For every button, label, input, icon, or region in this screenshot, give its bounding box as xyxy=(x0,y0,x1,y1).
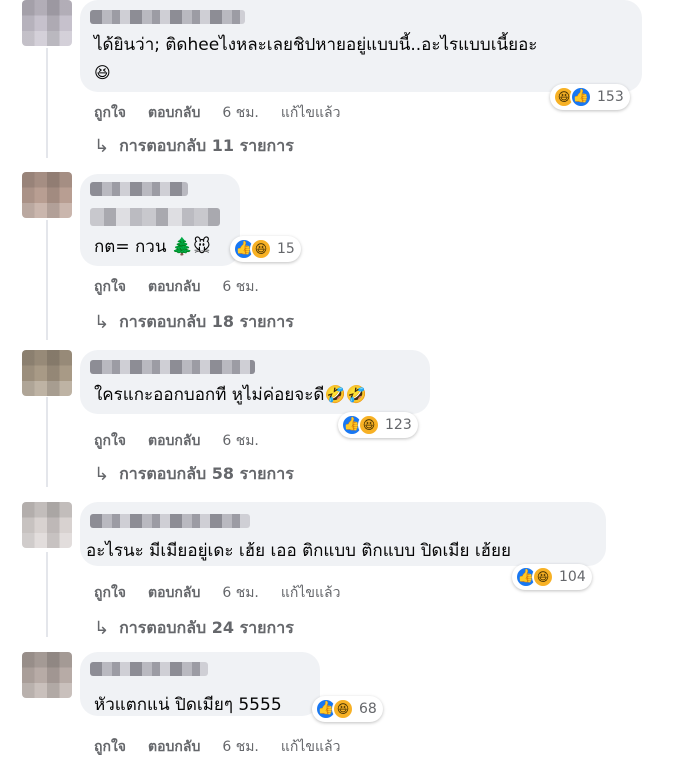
edited-label: แก้ไขแล้ว xyxy=(280,105,341,121)
haha-icon: 😆 xyxy=(532,566,554,588)
reply-arrow-icon: ↳ xyxy=(94,136,110,157)
author-name-blurred[interactable] xyxy=(90,10,245,24)
thread-line xyxy=(46,397,48,487)
comment-bubble: ได้ยินว่า; ติดheeไงหละเลยชิปหายอยู่แบบนี… xyxy=(80,0,642,92)
haha-icon: 😆 xyxy=(358,414,380,436)
replies-label: การตอบกลับ 18 รายการ xyxy=(119,312,294,331)
reaction-summary[interactable]: 😆 👍 153 xyxy=(550,84,630,110)
timestamp[interactable]: 6 ชม. xyxy=(222,582,259,604)
timestamp[interactable]: 6 ชม. xyxy=(222,102,259,124)
avatar[interactable] xyxy=(22,502,72,548)
reaction-count: 15 xyxy=(277,241,295,257)
comment-text: กต= กวน 🌲🐭 xyxy=(94,237,211,257)
reply-link[interactable]: ตอบกลับ xyxy=(148,102,200,124)
replies-label: การตอบกลับ 24 รายการ xyxy=(119,618,294,637)
reaction-count: 68 xyxy=(359,701,377,717)
reaction-summary[interactable]: 👍 😆 68 xyxy=(312,696,383,722)
like-link[interactable]: ถูกใจ xyxy=(94,736,126,758)
avatar[interactable] xyxy=(22,652,72,698)
reaction-count: 104 xyxy=(559,569,586,585)
author-name-blurred-2[interactable] xyxy=(90,208,220,226)
reply-arrow-icon: ↳ xyxy=(94,618,110,639)
haha-icon: 😆 xyxy=(250,238,272,260)
author-name-blurred[interactable] xyxy=(90,182,188,196)
author-name-blurred[interactable] xyxy=(90,360,255,374)
view-replies-link[interactable]: ↳ การตอบกลับ 24 รายการ xyxy=(94,616,294,641)
thread-line xyxy=(46,552,48,637)
comment-actions: ถูกใจ ตอบกลับ 6 ชม. แก้ไขแล้ว xyxy=(94,736,340,758)
thread-line xyxy=(46,220,48,340)
reply-link[interactable]: ตอบกลับ xyxy=(148,736,200,758)
author-name-blurred[interactable] xyxy=(90,514,250,528)
comment-text: หัวแตกแน่ ปิดเมียๆ 5555 xyxy=(94,695,282,715)
comment-text-emoji: 😆 xyxy=(94,63,111,82)
like-link[interactable]: ถูกใจ xyxy=(94,276,126,298)
like-icon: 👍 xyxy=(570,86,592,108)
comment-actions: ถูกใจ ตอบกลับ 6 ชม. xyxy=(94,430,259,452)
edited-label: แก้ไขแล้ว xyxy=(280,739,341,755)
reaction-summary[interactable]: 👍 😆 15 xyxy=(230,236,301,262)
reply-link[interactable]: ตอบกลับ xyxy=(148,430,200,452)
reaction-summary[interactable]: 👍 😆 123 xyxy=(338,412,418,438)
comment-text: ได้ยินว่า; ติดheeไงหละเลยชิปหายอยู่แบบนี… xyxy=(94,35,538,55)
comment-bubble: กต= กวน 🌲🐭 xyxy=(80,174,240,266)
timestamp[interactable]: 6 ชม. xyxy=(222,736,259,758)
comment-bubble: ใครแกะออกบอกที หูไม่ค่อยจะดี🤣🤣 xyxy=(80,350,430,414)
reaction-count: 153 xyxy=(597,89,624,105)
reply-link[interactable]: ตอบกลับ xyxy=(148,276,200,298)
comment-text: อะไรนะ มีเมียอยู่เดะ เฮ้ย เออ ติกแบบ ติก… xyxy=(86,541,511,561)
like-link[interactable]: ถูกใจ xyxy=(94,430,126,452)
like-link[interactable]: ถูกใจ xyxy=(94,582,126,604)
replies-label: การตอบกลับ 58 รายการ xyxy=(119,464,294,483)
comment-actions: ถูกใจ ตอบกลับ 6 ชม. xyxy=(94,276,259,298)
view-replies-link[interactable]: ↳ การตอบกลับ 18 รายการ xyxy=(94,310,294,335)
reply-arrow-icon: ↳ xyxy=(94,312,110,333)
view-replies-link[interactable]: ↳ การตอบกลับ 11 รายการ xyxy=(94,134,294,159)
comment-actions: ถูกใจ ตอบกลับ 6 ชม. แก้ไขแล้ว xyxy=(94,102,340,124)
timestamp[interactable]: 6 ชม. xyxy=(222,430,259,452)
avatar[interactable] xyxy=(22,350,72,396)
view-replies-link[interactable]: ↳ การตอบกลับ 58 รายการ xyxy=(94,462,294,487)
thread-line xyxy=(46,48,48,158)
avatar[interactable] xyxy=(22,0,72,46)
reply-link[interactable]: ตอบกลับ xyxy=(148,582,200,604)
comment-bubble: อะไรนะ มีเมียอยู่เดะ เฮ้ย เออ ติกแบบ ติก… xyxy=(80,502,606,566)
reaction-summary[interactable]: 👍 😆 104 xyxy=(512,564,592,590)
haha-icon: 😆 xyxy=(332,698,354,720)
reaction-count: 123 xyxy=(385,417,412,433)
avatar[interactable] xyxy=(22,172,72,218)
edited-label: แก้ไขแล้ว xyxy=(280,585,341,601)
like-link[interactable]: ถูกใจ xyxy=(94,102,126,124)
reply-arrow-icon: ↳ xyxy=(94,464,110,485)
author-name-blurred[interactable] xyxy=(90,662,208,676)
replies-label: การตอบกลับ 11 รายการ xyxy=(119,136,294,155)
comment-actions: ถูกใจ ตอบกลับ 6 ชม. แก้ไขแล้ว xyxy=(94,582,340,604)
timestamp[interactable]: 6 ชม. xyxy=(222,276,259,298)
comment-bubble: หัวแตกแน่ ปิดเมียๆ 5555 xyxy=(80,652,320,716)
comment-text: ใครแกะออกบอกที หูไม่ค่อยจะดี🤣🤣 xyxy=(94,385,367,405)
